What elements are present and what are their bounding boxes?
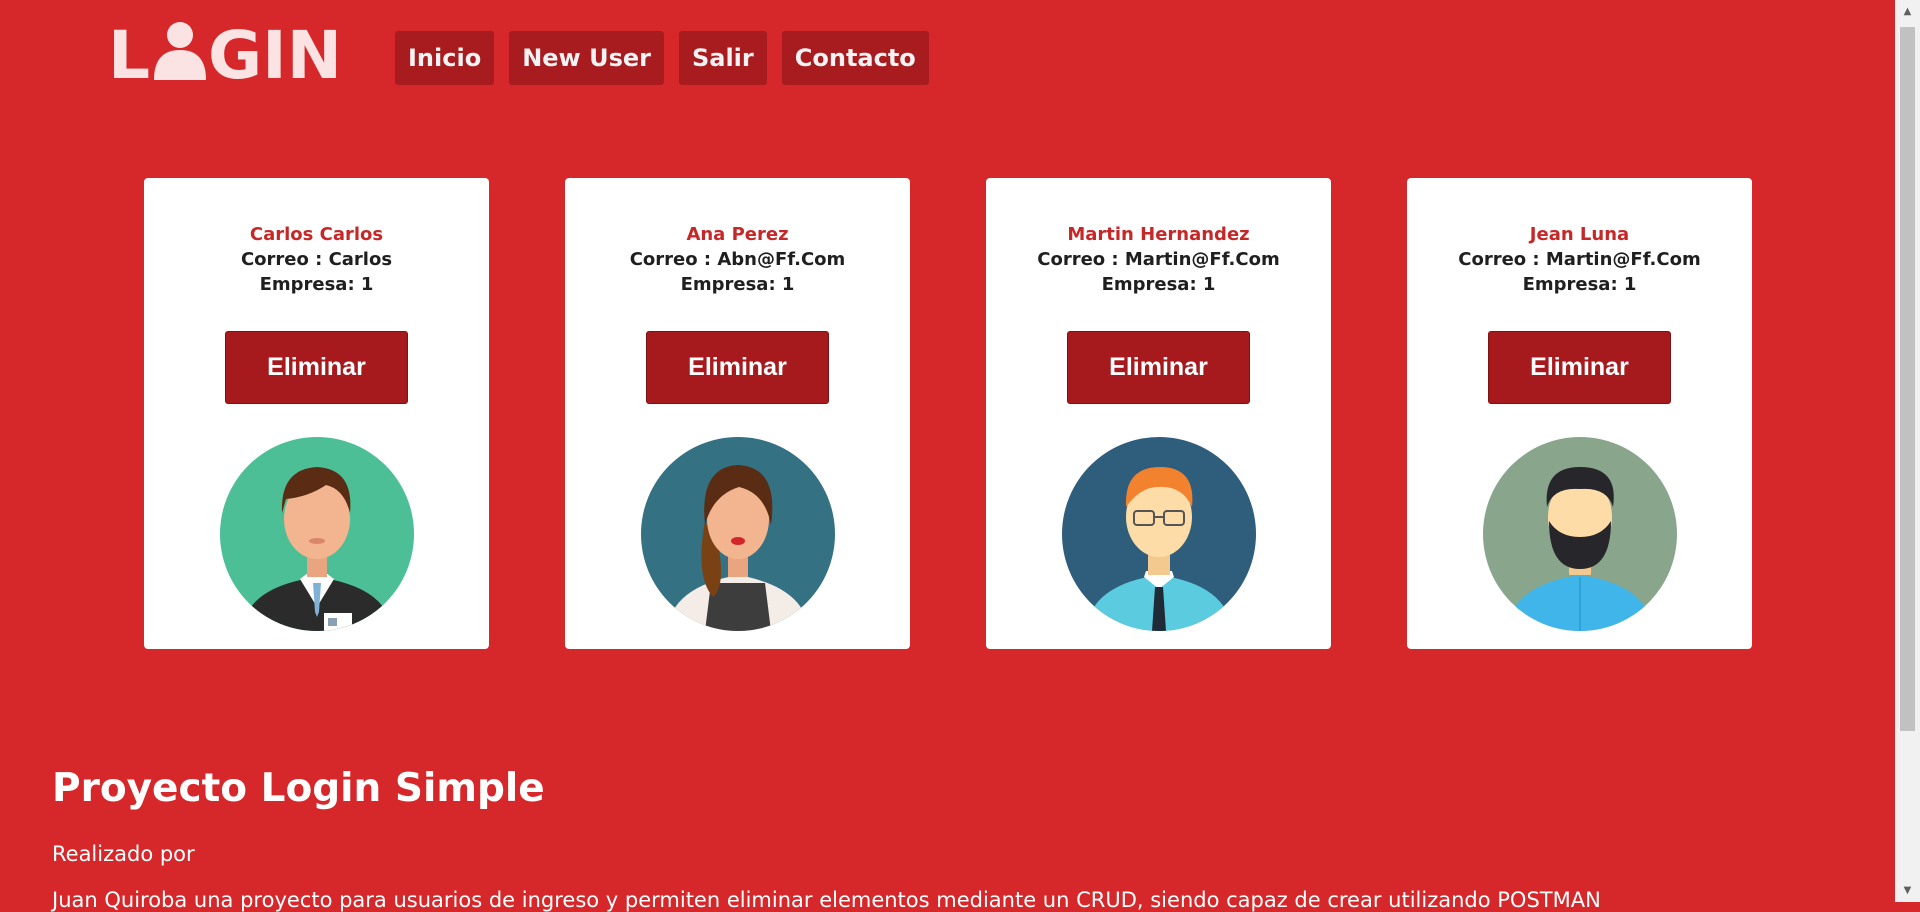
user-company: Empresa: 1 xyxy=(680,274,795,295)
man-suit-avatar-icon xyxy=(219,437,414,631)
user-card: Martin Hernandez Correo : Martin@Ff.Com … xyxy=(986,178,1331,649)
user-email: Correo : Martin@Ff.Com xyxy=(1458,249,1701,270)
scroll-up-arrow-icon[interactable]: ▲ xyxy=(1895,3,1920,20)
main-nav: Inicio New User Salir Contacto xyxy=(395,31,929,85)
nav-new-user[interactable]: New User xyxy=(509,31,664,85)
user-company: Empresa: 1 xyxy=(1101,274,1216,295)
page-title: Proyecto Login Simple xyxy=(52,766,545,811)
logo-letters-gin: GIN xyxy=(208,22,342,82)
user-email: Correo : Martin@Ff.Com xyxy=(1037,249,1280,270)
bearded-man-avatar-icon xyxy=(1482,437,1677,631)
man-glasses-avatar-icon xyxy=(1061,437,1256,631)
delete-button[interactable]: Eliminar xyxy=(1488,331,1671,404)
user-name: Carlos Carlos xyxy=(249,224,384,245)
delete-button[interactable]: Eliminar xyxy=(1067,331,1250,404)
user-name: Ana Perez xyxy=(686,224,789,245)
user-name: Martin Hernandez xyxy=(1067,224,1250,245)
woman-avatar-icon xyxy=(640,437,835,631)
login-logo[interactable]: L GIN xyxy=(108,22,354,82)
logo-letter-l: L xyxy=(108,22,150,82)
user-company: Empresa: 1 xyxy=(259,274,374,295)
user-cards: Carlos Carlos Correo : Carlos Empresa: 1… xyxy=(144,178,1752,649)
user-card: Carlos Carlos Correo : Carlos Empresa: 1… xyxy=(144,178,489,649)
user-card: Ana Perez Correo : Abn@Ff.Com Empresa: 1… xyxy=(565,178,910,649)
user-company: Empresa: 1 xyxy=(1522,274,1637,295)
delete-button[interactable]: Eliminar xyxy=(646,331,829,404)
author-label: Realizado por xyxy=(52,842,195,866)
scroll-down-arrow-icon[interactable]: ▼ xyxy=(1895,882,1920,899)
user-card: Jean Luna Correo : Martin@Ff.Com Empresa… xyxy=(1407,178,1752,649)
project-description: Juan Quiroba una proyecto para usuarios … xyxy=(52,888,1601,912)
vertical-scrollbar[interactable]: ▲ ▼ xyxy=(1895,0,1920,902)
nav-contacto[interactable]: Contacto xyxy=(781,31,929,85)
user-name: Jean Luna xyxy=(1529,224,1630,245)
delete-button[interactable]: Eliminar xyxy=(225,331,408,404)
nav-inicio[interactable]: Inicio xyxy=(395,31,495,85)
user-email: Correo : Carlos xyxy=(240,249,393,270)
user-email: Correo : Abn@Ff.Com xyxy=(629,249,846,270)
nav-salir[interactable]: Salir xyxy=(678,31,767,85)
scrollbar-thumb[interactable] xyxy=(1900,27,1915,731)
user-icon xyxy=(154,22,206,80)
